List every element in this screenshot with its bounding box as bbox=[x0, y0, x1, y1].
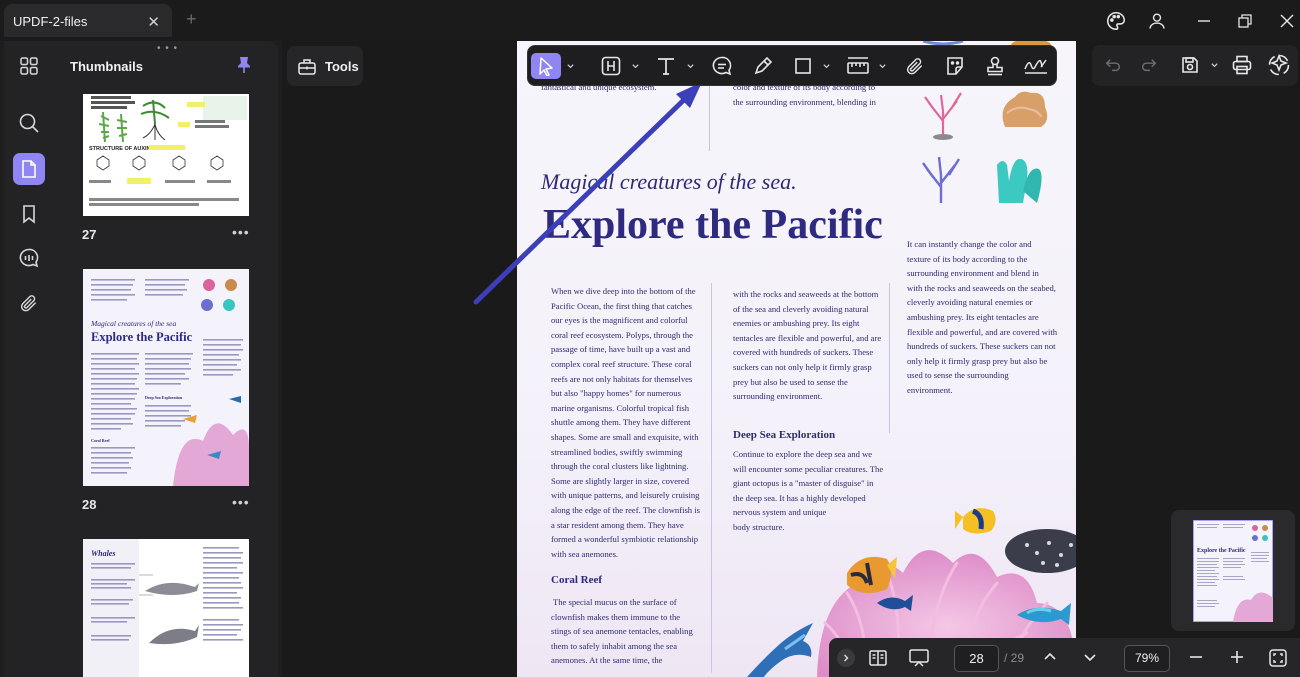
previous-page-icon[interactable] bbox=[1040, 647, 1060, 667]
collapse-bar-icon[interactable] bbox=[837, 649, 855, 667]
thumbnail-label-27: 27 bbox=[82, 227, 97, 242]
chevron-down-icon[interactable] bbox=[631, 58, 640, 76]
attach-file-icon[interactable] bbox=[902, 53, 928, 79]
pencil-tool-icon[interactable] bbox=[750, 53, 776, 79]
save-icon[interactable] bbox=[1178, 52, 1202, 78]
thumb27-heading: STRUCTURE OF AUXIN bbox=[89, 146, 151, 152]
rectangle-tool-icon[interactable] bbox=[790, 53, 816, 79]
tang-fish-icon bbox=[955, 508, 996, 534]
panel-drag-handle[interactable]: • • • bbox=[157, 43, 178, 54]
close-window-icon[interactable] bbox=[1274, 8, 1300, 34]
zoom-in-icon[interactable] bbox=[1227, 647, 1247, 667]
text-block-col2: with the rocks and seaweeds at the botto… bbox=[733, 289, 882, 402]
signature-icon[interactable] bbox=[1022, 53, 1050, 79]
next-page-icon[interactable] bbox=[1080, 647, 1100, 667]
sticker-icon[interactable] bbox=[942, 53, 968, 79]
add-tab-icon[interactable]: + bbox=[186, 9, 197, 30]
chevron-down-icon[interactable] bbox=[822, 58, 831, 76]
text-block-col3: It can instantly change the color and te… bbox=[907, 239, 1058, 395]
thumb28-coral: Coral Reef bbox=[91, 438, 110, 443]
chevron-down-icon[interactable] bbox=[686, 58, 695, 76]
text-tool-icon[interactable] bbox=[653, 53, 679, 79]
pufferfish-icon bbox=[1005, 529, 1076, 573]
presentation-icon[interactable] bbox=[907, 647, 931, 669]
thumb29-title: Whales bbox=[91, 549, 115, 558]
page-total: / 29 bbox=[1004, 651, 1025, 665]
text-block-col1: When we dive deep into the bottom of the… bbox=[551, 286, 700, 559]
document-title: Explore the Pacific bbox=[543, 202, 883, 248]
fit-page-icon[interactable] bbox=[1267, 647, 1289, 669]
page-navigator-preview[interactable]: Explore the Pacific bbox=[1171, 510, 1295, 631]
mini-preview-title: Explore the Pacific bbox=[1197, 548, 1246, 554]
stamp-icon[interactable] bbox=[982, 53, 1008, 79]
title-bar: UPDF-2-files ✕ + bbox=[0, 0, 1300, 41]
pdf-page[interactable]: labyrinth", giving birth to countless as… bbox=[517, 41, 1076, 677]
page-navigation-bar: 28 / 29 79% bbox=[829, 638, 1300, 677]
select-tool-icon[interactable] bbox=[531, 53, 561, 79]
thumbnails-icon[interactable] bbox=[13, 153, 45, 185]
left-rail bbox=[4, 41, 54, 677]
column-divider bbox=[709, 81, 710, 151]
tools-button[interactable]: Tools bbox=[287, 46, 363, 86]
zoom-out-icon[interactable] bbox=[1186, 647, 1206, 667]
minimize-icon[interactable] bbox=[1191, 8, 1217, 34]
coral-reef-text: The special mucus on the surface of clow… bbox=[551, 597, 693, 666]
chevron-down-icon[interactable] bbox=[1210, 57, 1219, 75]
print-icon[interactable] bbox=[1229, 52, 1255, 78]
column-divider bbox=[711, 283, 712, 673]
comment-tool-icon[interactable] bbox=[709, 53, 735, 79]
measure-tool-icon[interactable] bbox=[845, 53, 871, 79]
palette-icon[interactable] bbox=[1103, 8, 1129, 34]
bookmark-icon[interactable] bbox=[13, 198, 45, 230]
coral-reef-heading: Coral Reef bbox=[551, 574, 603, 586]
thumb28-deep: Deep Sea Exploration bbox=[145, 395, 183, 400]
toolbox-icon bbox=[298, 59, 316, 75]
close-tab-icon[interactable]: ✕ bbox=[147, 13, 160, 31]
document-subtitle: Magical creatures of the sea. bbox=[541, 169, 797, 194]
highlight-tool-icon[interactable] bbox=[598, 53, 624, 79]
zoom-level-input[interactable]: 79% bbox=[1124, 645, 1170, 672]
column-divider bbox=[889, 283, 890, 433]
deep-sea-heading: Deep Sea Exploration bbox=[733, 429, 836, 441]
thumbnail-page-28[interactable]: Magical creatures of the sea Explore the… bbox=[83, 269, 249, 486]
thumbnail-more-icon[interactable]: ••• bbox=[232, 224, 250, 240]
pin-icon[interactable] bbox=[235, 55, 253, 80]
user-account-icon[interactable] bbox=[1144, 8, 1170, 34]
undo-icon[interactable] bbox=[1101, 52, 1125, 78]
thumbnail-label-28: 28 bbox=[82, 497, 97, 512]
redo-icon[interactable] bbox=[1137, 52, 1161, 78]
organize-pages-icon[interactable] bbox=[13, 50, 45, 82]
chevron-down-icon[interactable] bbox=[878, 58, 887, 76]
panel-title: Thumbnails bbox=[70, 59, 143, 74]
search-icon[interactable] bbox=[13, 107, 45, 139]
attachment-icon[interactable] bbox=[13, 287, 45, 319]
thumbnail-more-icon[interactable]: ••• bbox=[232, 494, 250, 510]
chevron-down-icon[interactable] bbox=[566, 58, 575, 76]
tools-label: Tools bbox=[325, 58, 359, 74]
swordfish-icon bbox=[747, 623, 813, 677]
document-tab[interactable]: UPDF-2-files ✕ bbox=[4, 4, 172, 37]
page-number-input[interactable]: 28 bbox=[954, 645, 999, 672]
thumb28-title: Explore the Pacific bbox=[91, 330, 193, 344]
thumbnail-page-27[interactable]: STRUCTURE OF AUXIN bbox=[83, 94, 249, 216]
thumb28-subtitle: Magical creatures of the sea bbox=[90, 319, 177, 328]
right-toolbar bbox=[1092, 45, 1298, 86]
thumbnail-page-29[interactable]: Whales bbox=[83, 539, 249, 677]
thumbnail-panel: • • • Thumbnails STRUCTURE OF AUXIN 27 •… bbox=[54, 41, 278, 677]
comments-icon[interactable] bbox=[13, 242, 45, 274]
tab-title: UPDF-2-files bbox=[13, 14, 88, 29]
annotation-toolbar bbox=[527, 45, 1057, 86]
page-layout-icon[interactable] bbox=[867, 647, 889, 669]
restore-icon[interactable] bbox=[1232, 8, 1258, 34]
ai-assistant-icon[interactable] bbox=[1266, 52, 1292, 78]
